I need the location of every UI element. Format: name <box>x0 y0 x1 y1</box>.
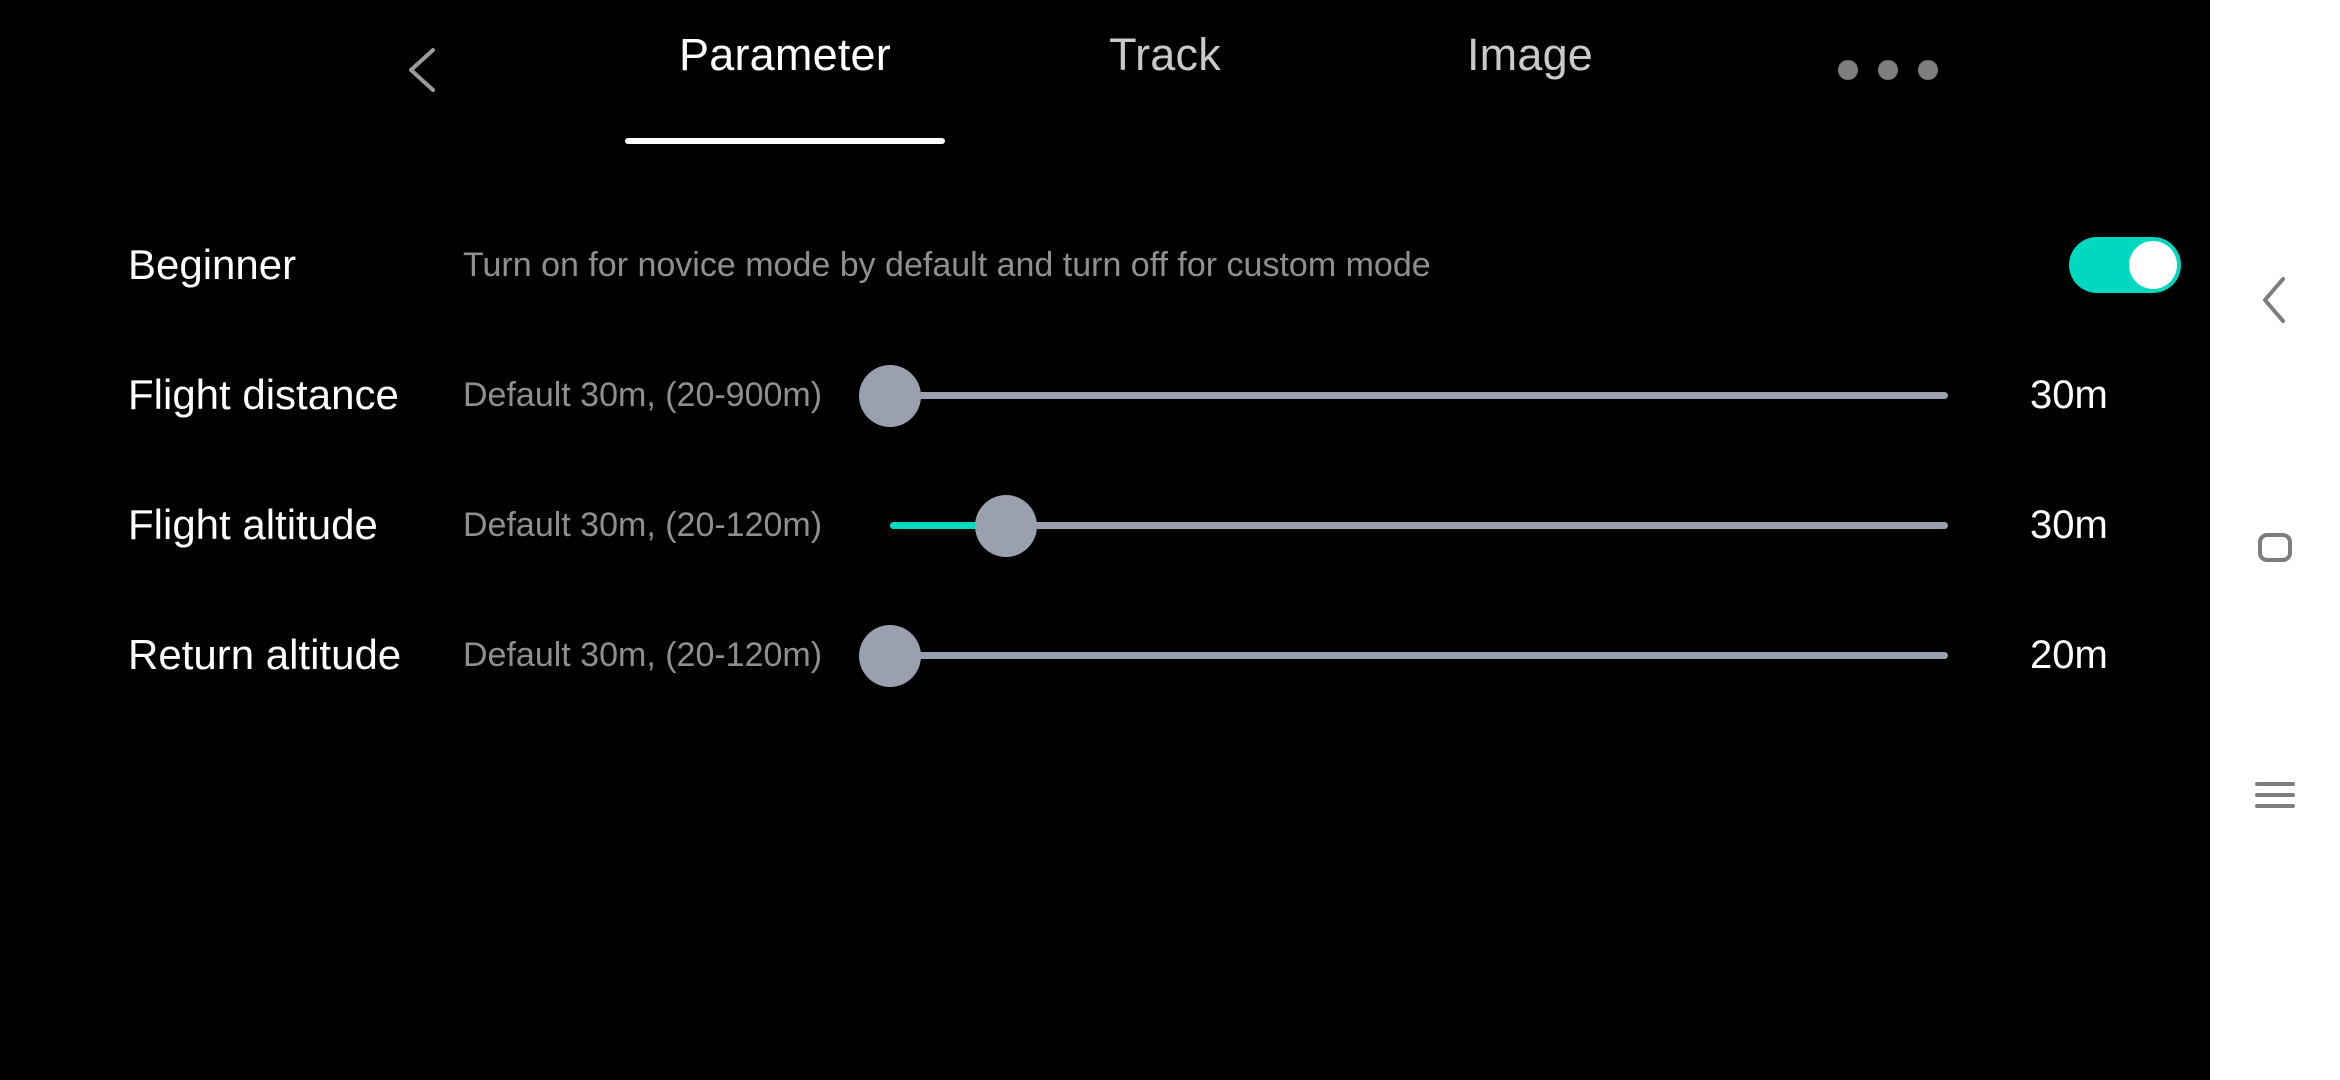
setting-description-flight-altitude: Default 30m, (20-120m) <box>463 505 823 544</box>
more-dot-3 <box>1918 60 1938 80</box>
slider-track[interactable] <box>890 392 1948 399</box>
top-navigation-bar: Parameter Track Image <box>0 0 2210 148</box>
setting-value-flight-altitude: 30m <box>2030 502 2108 547</box>
settings-list: Beginner Turn on for novice mode by defau… <box>0 200 2210 720</box>
setting-value-return-altitude: 20m <box>2030 632 2108 677</box>
setting-row-return-altitude: Return altitude Default 30m, (20-120m) 20m <box>0 590 2210 720</box>
setting-row-beginner: Beginner Turn on for novice mode by defau… <box>0 200 2210 330</box>
setting-row-flight-distance: Flight distance Default 30m, (20-900m) 30m <box>0 330 2210 460</box>
toggle-beginner[interactable] <box>2069 237 2181 293</box>
tab-image[interactable]: Image <box>1400 26 1660 84</box>
more-options-button[interactable] <box>1838 58 1938 82</box>
slider-flight-altitude[interactable] <box>870 460 1970 590</box>
screen-root: Parameter Track Image Beginner Turn on for … <box>0 0 2340 1080</box>
tab-track[interactable]: Track <box>1040 26 1290 84</box>
slider-thumb[interactable] <box>859 625 921 687</box>
system-home-button[interactable] <box>2210 492 2340 602</box>
system-recents-button[interactable] <box>2210 740 2340 850</box>
app-content-area: Parameter Track Image Beginner Turn on for … <box>0 0 2210 1080</box>
more-dot-1 <box>1838 60 1858 80</box>
slider-return-altitude[interactable] <box>859 590 1970 720</box>
setting-label-return-altitude: Return altitude <box>128 631 402 678</box>
chevron-left-icon <box>409 48 435 92</box>
setting-row-flight-altitude: Flight altitude Default 30m, (20-120m) 30m <box>0 460 2210 590</box>
setting-description-return-altitude: Default 30m, (20-120m) <box>463 635 823 674</box>
setting-label-flight-distance: Flight distance <box>128 371 399 418</box>
slider-thumb[interactable] <box>975 495 1038 557</box>
toggle-knob <box>2129 241 2177 289</box>
setting-value-flight-distance: 30m <box>2030 372 2108 417</box>
chevron-left-icon <box>2263 277 2285 323</box>
recents-lines-icon <box>2255 775 2295 815</box>
home-square-icon <box>2258 532 2292 562</box>
slider-flight-distance[interactable] <box>859 330 1970 460</box>
back-button[interactable] <box>395 40 455 100</box>
setting-description-flight-distance: Default 30m, (20-900m) <box>463 375 823 414</box>
slider-track[interactable] <box>890 652 1948 659</box>
slider-track[interactable] <box>890 522 1948 529</box>
active-tab-underline <box>625 138 945 144</box>
more-dot-2 <box>1878 60 1898 80</box>
setting-label-flight-altitude: Flight altitude <box>128 501 378 548</box>
setting-description-beginner: Turn on for novice mode by default and t… <box>463 245 1431 284</box>
setting-label-beginner: Beginner <box>128 241 297 288</box>
system-back-button[interactable] <box>2210 245 2340 355</box>
system-navigation-bar <box>2210 0 2340 1080</box>
tab-parameter[interactable]: Parameter <box>620 26 950 84</box>
slider-thumb[interactable] <box>859 365 921 427</box>
